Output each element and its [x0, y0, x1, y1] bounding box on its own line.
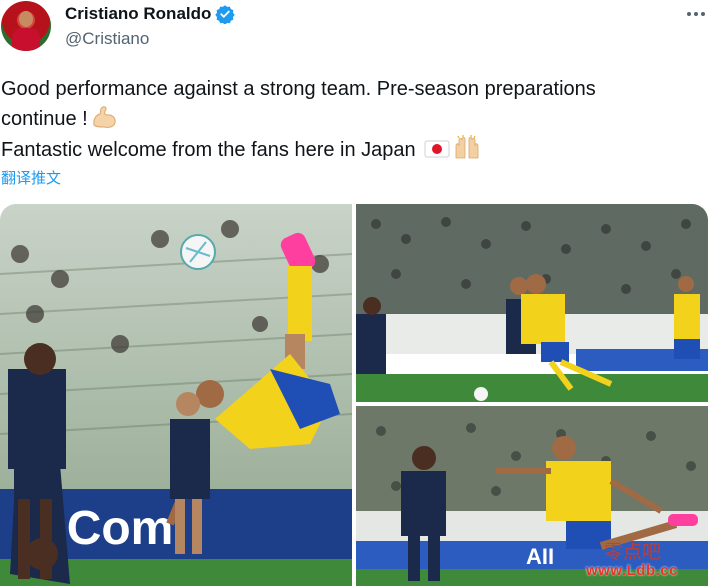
- japan-flag-icon: [424, 140, 450, 158]
- tweet-line-2-container: continue !: [1, 104, 701, 134]
- tweet-line-3: Fantastic welcome from the fans here in …: [1, 139, 416, 161]
- avatar-shirt: [12, 28, 40, 51]
- more-options-icon[interactable]: [684, 4, 708, 24]
- tweet-line-2: continue !: [1, 108, 88, 130]
- tweet-text: Good performance against a strong team. …: [1, 74, 701, 165]
- ad-board-text-2: AII: [526, 544, 554, 569]
- author-display-name[interactable]: Cristiano Ronaldo: [65, 4, 211, 24]
- translate-tweet-link[interactable]: 翻译推文: [1, 167, 61, 188]
- media-grid: eCom AII: [0, 204, 708, 586]
- photo-bicycle-kick-image: eCom: [0, 204, 352, 586]
- tweet-line-3-container: Fantastic welcome from the fans here in …: [1, 134, 701, 165]
- flexed-biceps-icon: [93, 106, 116, 128]
- watermark-text: www.Ldb.cc: [586, 562, 678, 579]
- watermark-logo: 零点吧: [604, 541, 662, 563]
- raising-hands-icon: [455, 135, 479, 159]
- tweet-header: Cristiano Ronaldo @Cristiano: [0, 0, 708, 60]
- photo-dribble[interactable]: [356, 204, 708, 402]
- photo-dribble-image: [356, 204, 708, 402]
- tweet-line-1: Good performance against a strong team. …: [1, 78, 596, 100]
- photo-bicycle-kick[interactable]: eCom: [0, 204, 352, 586]
- author-name-row[interactable]: Cristiano Ronaldo: [65, 4, 236, 24]
- verified-badge-icon: [215, 5, 236, 24]
- avatar-face: [19, 11, 33, 27]
- avatar[interactable]: [1, 1, 51, 51]
- author-handle[interactable]: @Cristiano: [65, 29, 149, 49]
